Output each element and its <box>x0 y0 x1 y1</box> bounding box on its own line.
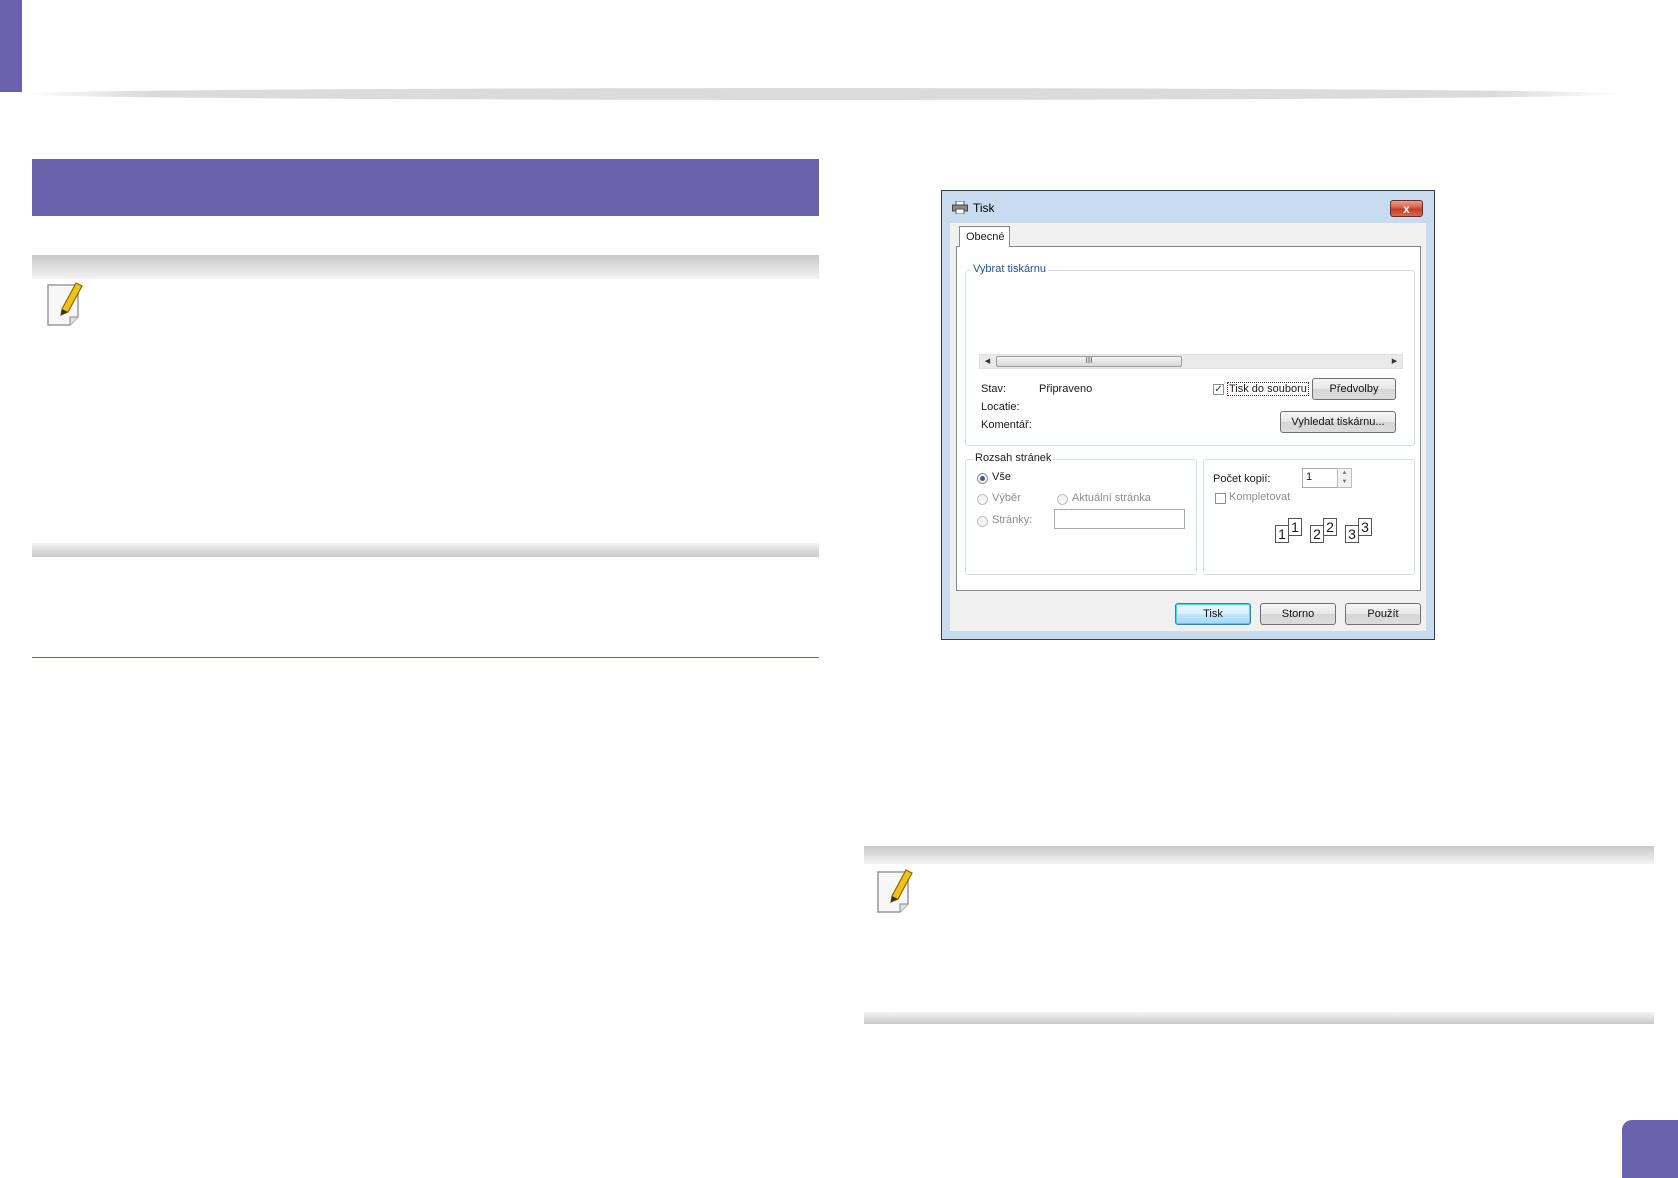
section-divider <box>32 657 819 658</box>
collate-illustration: 1 1 2 2 3 3 <box>1275 518 1381 561</box>
collate-label: Kompletovat <box>1229 491 1291 503</box>
print-button[interactable]: Tisk <box>1175 603 1251 625</box>
note-pencil-icon <box>47 282 83 326</box>
apply-button[interactable]: Použít <box>1345 603 1421 625</box>
collate-page-icon: 1 <box>1275 525 1289 543</box>
spinner-down-icon[interactable]: ▼ <box>1338 478 1351 487</box>
radio-current-page-label: Aktuální stránka <box>1072 492 1151 504</box>
chapter-side-tab <box>0 0 22 92</box>
comment-label: Komentář: <box>981 419 1032 431</box>
dialog-titlebar[interactable]: Tisk x <box>942 191 1434 223</box>
radio-all-label: Vše <box>992 471 1011 483</box>
scroll-thumb[interactable]: III <box>996 356 1182 367</box>
radio-pages[interactable] <box>977 516 988 527</box>
status-value: Připraveno <box>1039 383 1093 395</box>
scroll-right-arrow[interactable]: ▶ <box>1387 355 1402 368</box>
collate-checkbox[interactable] <box>1215 493 1226 504</box>
copies-input[interactable]: 1 <box>1302 468 1338 488</box>
collate-page-icon: 1 <box>1288 518 1302 536</box>
tab-obecne[interactable]: Obecné <box>959 226 1010 247</box>
spinner-up-icon[interactable]: ▲ <box>1338 469 1351 478</box>
tab-panel-general: Vybrat tiskárnu ◀ III ▶ Stav: Připraveno… <box>956 246 1421 591</box>
header-rule <box>22 88 1622 100</box>
cancel-button[interactable]: Storno <box>1260 603 1336 625</box>
preferences-button[interactable]: Předvolby <box>1312 378 1396 400</box>
dialog-title: Tisk <box>973 201 995 215</box>
close-button[interactable]: x <box>1390 200 1423 217</box>
scroll-left-arrow[interactable]: ◀ <box>980 355 995 368</box>
collate-page-icon: 2 <box>1310 525 1324 543</box>
collate-page-icon: 3 <box>1345 525 1359 543</box>
note-box <box>864 846 1654 1024</box>
page-range-label: Rozsah stránek <box>973 452 1054 464</box>
radio-all[interactable] <box>977 473 988 484</box>
radio-pages-label: Stránky: <box>992 514 1033 526</box>
status-label: Stav: <box>981 383 1007 395</box>
collate-page-icon: 3 <box>1358 518 1372 536</box>
copies-label: Počet kopií: <box>1213 473 1271 485</box>
printer-list-scrollbar[interactable]: ◀ III ▶ <box>979 354 1403 369</box>
radio-selection-label: Výběr <box>992 492 1021 504</box>
select-printer-label: Vybrat tiskárnu <box>971 263 1048 275</box>
find-printer-button[interactable]: Vyhledat tiskárnu... <box>1280 411 1396 433</box>
note-box <box>32 255 819 557</box>
location-label: Locatie: <box>981 401 1020 413</box>
radio-selection[interactable] <box>977 494 988 505</box>
page-number-tab <box>1622 1120 1678 1178</box>
copies-spinner[interactable]: ▲ ▼ <box>1337 468 1352 488</box>
printer-icon <box>952 201 968 214</box>
collate-page-icon: 2 <box>1323 518 1337 536</box>
print-dialog: Tisk x Obecné Vybrat tiskárnu ◀ III ▶ St… <box>941 190 1435 640</box>
note-pencil-icon <box>877 869 913 913</box>
section-title-bar <box>32 159 819 216</box>
pages-input[interactable] <box>1054 509 1185 529</box>
radio-current-page[interactable] <box>1057 494 1068 505</box>
print-to-file-checkbox[interactable]: ✓ <box>1213 384 1224 395</box>
print-to-file-label: Tisk do souboru <box>1227 382 1309 396</box>
